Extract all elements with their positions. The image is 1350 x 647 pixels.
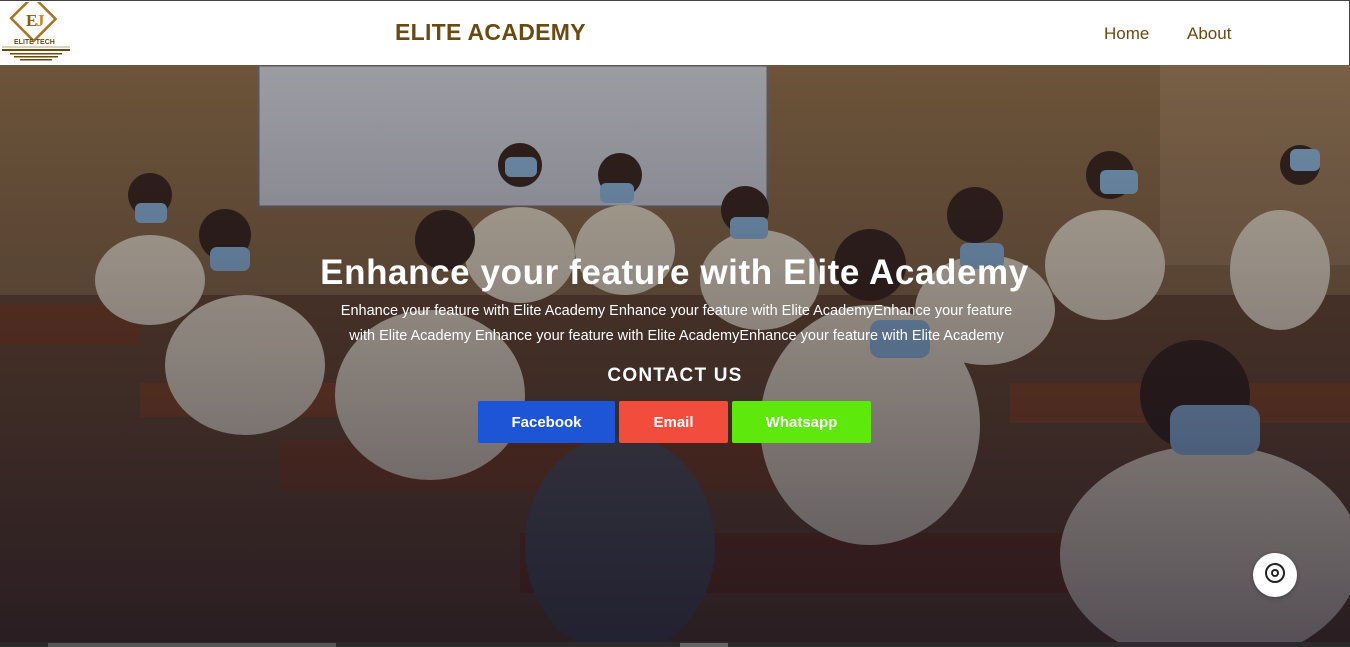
bottom-strip-segment xyxy=(48,643,336,647)
contact-buttons: Facebook Email Whatsapp xyxy=(478,401,871,443)
chat-widget-button[interactable] xyxy=(1253,553,1297,597)
whatsapp-button[interactable]: Whatsapp xyxy=(732,401,871,443)
svg-text:J: J xyxy=(36,11,45,30)
elite-tech-logo[interactable]: E J ELITE TECH xyxy=(0,0,74,64)
facebook-button[interactable]: Facebook xyxy=(478,401,615,443)
site-brand-title: ELITE ACADEMY xyxy=(395,19,586,45)
email-button[interactable]: Email xyxy=(619,401,728,443)
svg-text:ELITE TECH: ELITE TECH xyxy=(14,39,55,46)
bottom-strip-segment xyxy=(680,643,728,647)
site-header: E J ELITE TECH ELITE ACADEMY Home About xyxy=(0,0,1350,65)
browser-bottom-strip xyxy=(0,642,1350,647)
nav-about-link[interactable]: About xyxy=(1187,24,1231,44)
contact-us-heading: CONTACT US xyxy=(607,365,743,386)
hero-section: Enhance your feature with Elite Academy … xyxy=(0,65,1350,642)
nav-home-link[interactable]: Home xyxy=(1104,24,1149,44)
chat-widget-icon xyxy=(1263,561,1287,590)
hero-content: Enhance your feature with Elite Academy … xyxy=(0,253,1350,387)
hero-subtitle: Enhance your feature with Elite Academy … xyxy=(340,303,1013,344)
hero-title: Enhance your feature with Elite Academy xyxy=(320,253,1029,292)
